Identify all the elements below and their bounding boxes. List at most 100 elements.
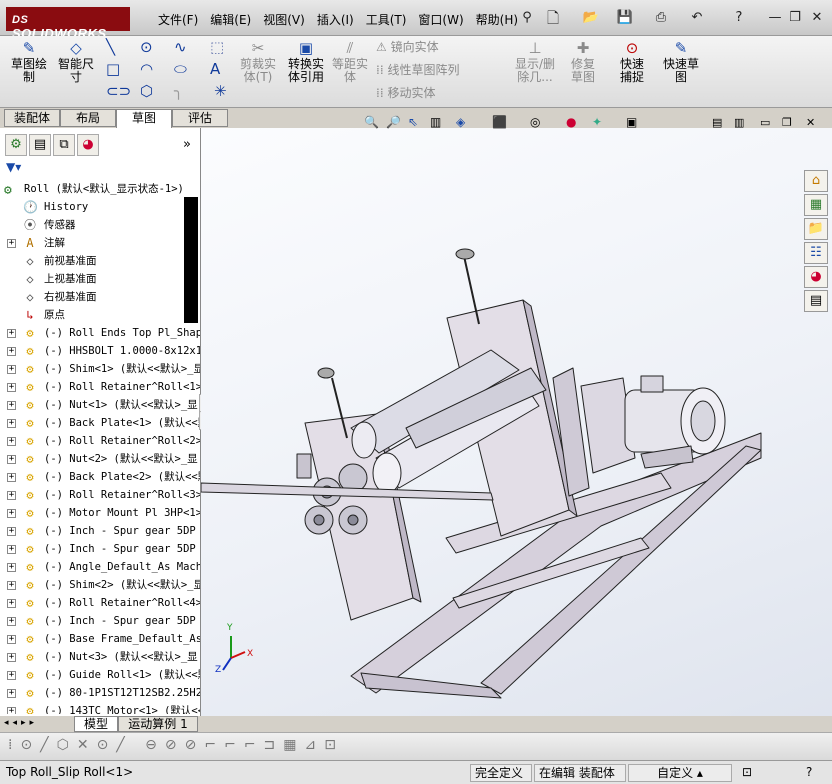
pin-icon[interactable]: ⚲ [518,10,536,26]
convert-entities-button[interactable]: ▣ 转换实体引用 [284,40,328,84]
viewport-restore-icon[interactable]: ❐ [782,116,792,129]
expand-icon[interactable]: + [7,419,16,428]
appearances-icon[interactable]: ◕ [804,266,828,288]
fillet-icon[interactable]: ╮ [174,82,183,100]
tree-scrollbar[interactable] [184,197,198,323]
viewport-close-icon[interactable]: ✕ [806,116,815,129]
expand-icon[interactable]: + [7,401,16,410]
hide-show-icon[interactable]: ◎ [530,115,540,129]
display-style-icon[interactable]: ⬛ [492,115,507,129]
expand-icon[interactable]: + [7,437,16,446]
expand-icon[interactable]: + [7,239,16,248]
minimize-icon[interactable]: — [766,10,784,26]
expand-icon[interactable]: + [7,455,16,464]
offset-button[interactable]: ⫽ 等距实体 [330,40,370,84]
slot-icon[interactable]: ⊂⊃ [106,82,131,100]
expand-icon[interactable]: + [7,383,16,392]
display-manager-icon[interactable]: ◕ [77,134,99,156]
viewport-minimize-icon[interactable]: ▭ [760,116,770,129]
section-view-icon[interactable]: ▥ [430,115,441,129]
feature-manager-icon[interactable]: ⚙ [5,134,27,156]
expand-icon[interactable]: + [7,689,16,698]
line-icon[interactable]: ╲ [106,38,115,56]
polygon-icon[interactable]: ⬡ [140,82,153,100]
viewport-tile-icon[interactable]: ▥ [734,116,744,129]
save-icon[interactable]: 💾 [616,10,634,26]
tab-assembly[interactable]: 装配体 [4,109,60,127]
quick-snap-button[interactable]: ⊙ 快速捕捉 [612,40,652,84]
sketch-button[interactable]: ✎ 草图绘制 [6,40,52,84]
undo-icon[interactable]: ↶ [688,10,706,26]
tab-sketch[interactable]: 草图 [116,109,172,129]
new-document-icon[interactable]: 🗋 [544,10,562,26]
solidworks-logo[interactable]: DS SOLIDWORKS [6,7,130,41]
expand-icon[interactable]: + [7,365,16,374]
expand-icon[interactable]: + [7,473,16,482]
custom-properties-icon[interactable]: ▤ [804,290,828,312]
sketch-tools-icons[interactable]: ⁞⊙╱⬡✕⊙╱ ⊖⊘⊘⌐⌐⌐⊐▦⊿⊡ [8,737,344,753]
home-icon[interactable]: ⌂ [804,170,828,192]
sketch-grid-icon[interactable]: ⬚ [210,38,224,56]
arc-icon[interactable]: ◠ [140,60,153,78]
point-icon[interactable]: ✳ [214,82,227,100]
menu-window[interactable]: 窗口(W) [412,0,469,36]
menu-tools[interactable]: 工具(T) [360,0,413,36]
tab-scroll-arrows[interactable]: ◂◂▸▸ [4,718,38,728]
spline-icon[interactable]: ∿ [174,38,187,56]
filter-icon[interactable]: ▼▾ [6,160,21,174]
ellipse-icon[interactable]: ⬭ [174,60,187,78]
zoom-to-fit-icon[interactable]: 🔍 [364,115,379,129]
property-manager-icon[interactable]: ▤ [29,134,51,156]
graphics-area[interactable]: Y X Z [200,128,832,716]
appearance-icon[interactable]: ● [566,115,576,129]
menu-edit[interactable]: 编辑(E) [204,0,257,36]
expand-icon[interactable]: + [7,671,16,680]
linear-pattern-button[interactable]: ⁞⁞ 线性草图阵列 [376,61,459,78]
zoom-area-icon[interactable]: 🔎 [386,115,401,129]
menu-insert[interactable]: 插入(I) [311,0,360,36]
expand-icon[interactable]: + [7,347,16,356]
text-icon[interactable]: A [210,60,220,78]
expand-icon[interactable]: + [7,491,16,500]
print-icon[interactable]: ⎙ [652,10,670,26]
repair-sketch-button[interactable]: ✚ 修复草图 [562,40,604,84]
expand-icon[interactable]: + [7,509,16,518]
scene-icon[interactable]: ✦ [592,115,602,129]
status-help-icon[interactable]: ? [806,765,812,779]
status-rebuild-icon[interactable]: ⊡ [742,765,752,779]
rapid-sketch-button[interactable]: ✎ 快速草图 [660,40,702,84]
configuration-manager-icon[interactable]: ⧉ [53,134,75,156]
expand-icon[interactable]: + [7,329,16,338]
view-settings-icon[interactable]: ▣ [626,115,637,129]
menu-view[interactable]: 视图(V) [257,0,311,36]
restore-icon[interactable]: ❐ [786,10,804,26]
expand-icon[interactable]: + [7,599,16,608]
tab-motion-study[interactable]: 运动算例 1 [118,716,198,732]
expand-panel-icon[interactable]: » [183,137,191,152]
expand-icon[interactable]: + [7,635,16,644]
smart-dimension-button[interactable]: ◇ 智能尺寸 [54,40,98,84]
expand-icon[interactable]: + [7,527,16,536]
tab-evaluate[interactable]: 评估 [172,109,228,127]
design-library-icon[interactable]: ▦ [804,194,828,216]
open-icon[interactable]: 📂 [582,10,600,26]
tab-model[interactable]: 模型 [74,716,118,732]
expand-icon[interactable]: + [7,581,16,590]
tab-layout[interactable]: 布局 [60,109,116,127]
expand-icon[interactable]: + [7,707,16,714]
trim-button[interactable]: ✂ 剪裁实体(T) [238,40,278,84]
previous-view-icon[interactable]: ⇖ [408,115,418,129]
rectangle-icon[interactable]: □ [106,60,120,78]
circle-icon[interactable]: ⊙ [140,38,153,56]
file-explorer-icon[interactable]: 📁 [804,218,828,240]
menu-file[interactable]: 文件(F) [152,0,204,36]
viewport-split-icon[interactable]: ▤ [712,116,722,129]
view-orientation-icon[interactable]: ◈ [456,115,465,129]
help-icon[interactable]: ? [730,10,748,26]
expand-icon[interactable]: + [7,617,16,626]
expand-icon[interactable]: + [7,545,16,554]
move-button[interactable]: ⁞⁞ 移动实体 [376,84,435,101]
expand-icon[interactable]: + [7,563,16,572]
menu-help[interactable]: 帮助(H) [470,0,524,36]
show-delete-relations-button[interactable]: ⊥ 显示/删除几... [512,40,558,84]
